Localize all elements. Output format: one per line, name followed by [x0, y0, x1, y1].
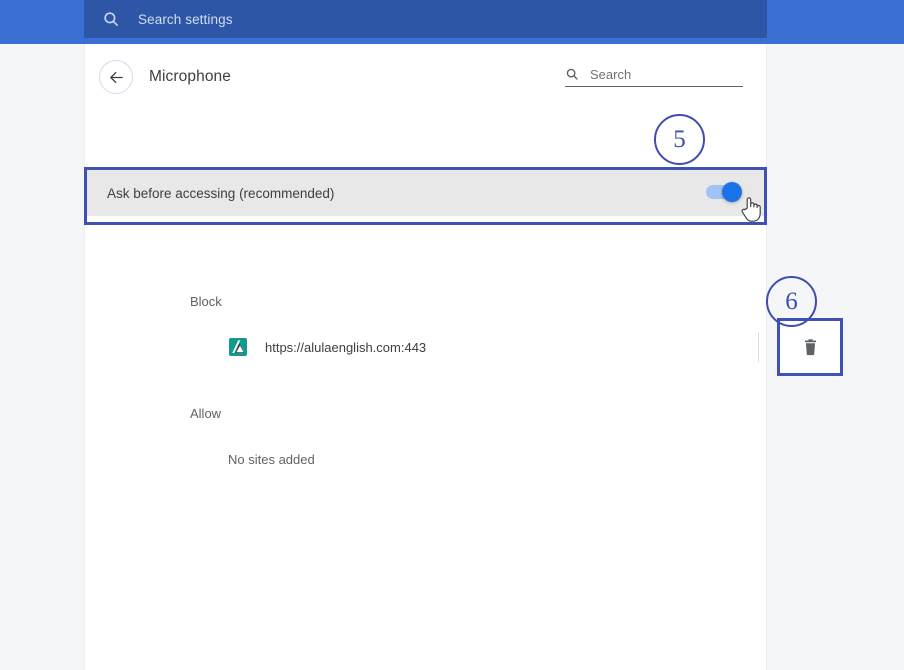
search-icon — [565, 67, 579, 81]
block-section-title: Block — [190, 294, 222, 309]
omnibox-bar[interactable]: Search settings — [84, 0, 767, 38]
ask-before-accessing-toggle[interactable] — [706, 182, 742, 202]
row-divider — [758, 332, 759, 362]
allow-empty-text: No sites added — [228, 452, 315, 467]
ask-before-accessing-row[interactable]: Ask before accessing (recommended) — [87, 170, 764, 216]
alula-logo-icon — [229, 338, 247, 356]
step-5-annotation: 5 — [654, 114, 705, 165]
table-row: https://alulaenglish.com:443 — [169, 322, 852, 372]
ask-before-accessing-highlight: Ask before accessing (recommended) — [84, 167, 767, 225]
search-input[interactable] — [590, 67, 730, 83]
back-button[interactable] — [99, 60, 133, 94]
ask-before-accessing-label: Ask before accessing (recommended) — [107, 185, 335, 201]
trash-icon — [801, 338, 820, 357]
step-5-label: 5 — [673, 125, 686, 153]
settings-header: Microphone — [85, 44, 766, 110]
site-url: https://alulaenglish.com:443 — [265, 339, 427, 355]
step-6-label: 6 — [785, 287, 798, 315]
search-box[interactable] — [565, 67, 743, 87]
arrow-left-icon — [108, 69, 125, 86]
browser-toolbar-background: Search settings — [0, 0, 904, 44]
allow-section-title: Allow — [190, 406, 222, 421]
omnibox-placeholder-label: Search settings — [138, 11, 233, 27]
toggle-knob — [722, 182, 742, 202]
page-title: Microphone — [149, 68, 231, 85]
step-6-annotation: 6 — [766, 276, 817, 327]
search-icon — [102, 10, 120, 28]
